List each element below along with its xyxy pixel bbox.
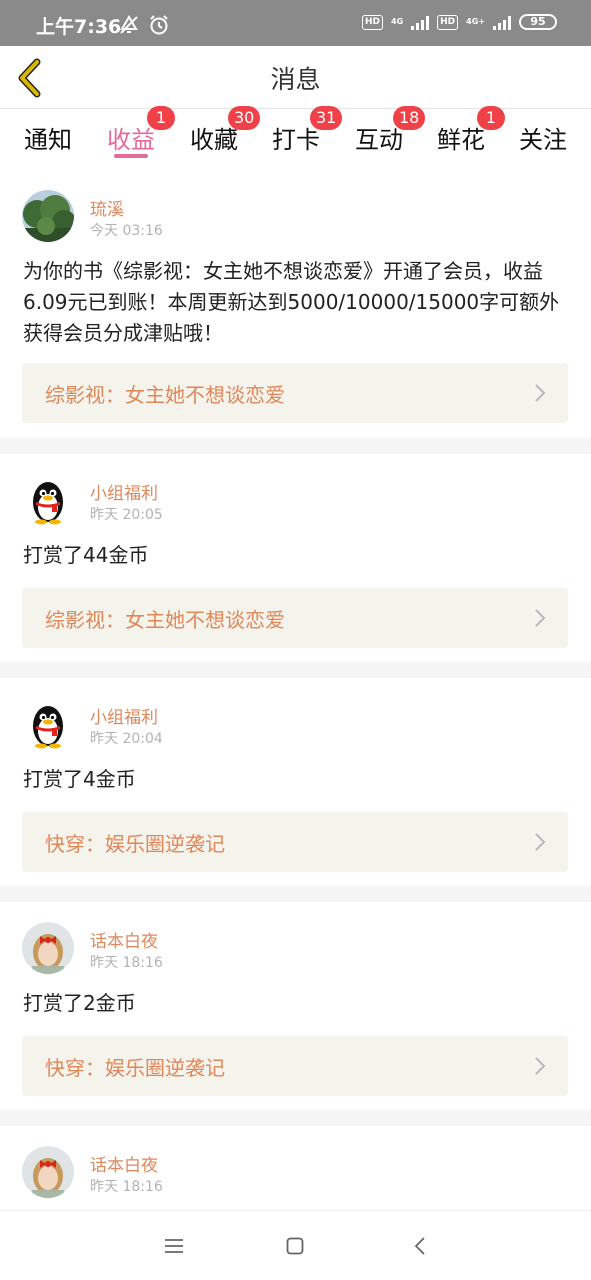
book-title: 快穿：娱乐圈逆袭记 <box>45 1056 225 1080</box>
tab-bar: 通知 收益 1 收藏 30 打卡 31 互动 18 鲜花 1 关注 <box>0 106 591 170</box>
chevron-right-icon <box>535 384 546 402</box>
user-name[interactable]: 琉溪 <box>90 195 124 220</box>
message-text: 为你的书《综影视：女主她不想谈恋爱》开通了会员，收益6.09元已到账！本周更新达… <box>23 259 560 345</box>
menu-button[interactable] <box>160 1233 188 1259</box>
chevron-right-icon <box>535 609 546 627</box>
message-time: 昨天 18:16 <box>90 955 163 971</box>
tab-label: 通知 <box>24 126 72 154</box>
girl-avatar <box>22 922 74 974</box>
book-title: 快穿：娱乐圈逆袭记 <box>45 832 225 856</box>
message-text: 打赏了4金币 <box>23 767 136 791</box>
back-triangle-icon <box>414 1237 425 1255</box>
badge-count: 1 <box>147 106 175 130</box>
status-time: 上午7:36 <box>36 16 122 38</box>
badge-count: 1 <box>477 106 505 130</box>
message-card: 小组福利 昨天 20:04 打赏了4金币 快穿：娱乐圈逆袭记 <box>0 678 591 886</box>
avatar[interactable] <box>22 474 74 526</box>
back-nav-button[interactable] <box>406 1233 434 1259</box>
tab-flowers[interactable]: 鲜花 1 <box>437 106 505 155</box>
tab-label: 收益 <box>107 126 155 154</box>
chevron-right-icon <box>535 833 546 851</box>
hd-badge: HD <box>361 14 383 30</box>
message-feed: 琉溪 今天 03:16 为你的书《综影视：女主她不想谈恋爱》开通了会员，收益6.… <box>0 176 591 1226</box>
message-time: 昨天 18:16 <box>90 1179 163 1195</box>
badge-count: 31 <box>310 106 343 130</box>
tab-notice[interactable]: 通知 <box>24 120 72 155</box>
tab-interaction[interactable]: 互动 18 <box>355 106 426 155</box>
user-name[interactable]: 话本白夜 <box>90 1151 158 1176</box>
message-card: 话本白夜 昨天 18:16 打赏了2金币 快穿：娱乐圈逆袭记 <box>0 902 591 1110</box>
message-card: 琉溪 今天 03:16 为你的书《综影视：女主她不想谈恋爱》开通了会员，收益6.… <box>0 176 591 438</box>
divider <box>0 662 591 678</box>
book-link[interactable]: 快穿：娱乐圈逆袭记 <box>22 1036 568 1096</box>
penguin-avatar <box>22 474 74 526</box>
message-text: 打赏了44金币 <box>23 543 149 567</box>
tab-label: 收藏 <box>190 126 238 154</box>
divider <box>0 438 591 454</box>
system-nav-bar <box>0 1210 591 1280</box>
badge-count: 30 <box>228 106 261 130</box>
book-title: 综影视：女主她不想谈恋爱 <box>45 608 285 632</box>
user-name[interactable]: 小组福利 <box>90 479 158 504</box>
user-name[interactable]: 小组福利 <box>90 703 158 728</box>
tab-follow[interactable]: 关注 <box>519 120 567 155</box>
menu-icon <box>165 1239 183 1253</box>
home-button[interactable] <box>281 1233 309 1259</box>
network-label: 4G+ <box>466 17 485 26</box>
book-title: 综影视：女主她不想谈恋爱 <box>45 383 285 407</box>
tab-label: 互动 <box>355 126 403 154</box>
message-time: 昨天 20:05 <box>90 507 163 523</box>
avatar[interactable] <box>22 1146 74 1198</box>
avatar[interactable] <box>22 190 74 242</box>
girl-avatar <box>22 1146 74 1198</box>
active-tab-indicator <box>114 154 148 158</box>
tab-checkin[interactable]: 打卡 31 <box>272 106 343 155</box>
mute-alarm-icon <box>118 14 140 40</box>
book-link[interactable]: 快穿：娱乐圈逆袭记 <box>22 812 568 872</box>
tab-label: 打卡 <box>272 126 320 154</box>
message-time: 昨天 20:04 <box>90 731 163 747</box>
user-name[interactable]: 话本白夜 <box>90 927 158 952</box>
message-time: 今天 03:16 <box>90 223 163 239</box>
hd-badge: HD <box>437 14 459 30</box>
tab-label: 关注 <box>519 126 567 154</box>
header: 消息 <box>0 46 591 109</box>
home-square-icon <box>286 1237 304 1255</box>
tab-label: 鲜花 <box>437 126 485 154</box>
battery-icon: 95 <box>519 14 557 30</box>
status-bar: 上午7:36 HD 4G HD 4G+ 95 <box>0 0 591 46</box>
alarm-clock-icon <box>148 14 170 40</box>
tab-favorites[interactable]: 收藏 30 <box>190 106 261 155</box>
penguin-avatar <box>22 698 74 750</box>
avatar[interactable] <box>22 922 74 974</box>
divider <box>0 886 591 902</box>
status-right-cluster: HD 4G HD 4G+ 95 <box>361 14 557 30</box>
message-card: 小组福利 昨天 20:05 打赏了44金币 综影视：女主她不想谈恋爱 <box>0 454 591 662</box>
signal-icon <box>411 14 430 30</box>
chevron-right-icon <box>535 1057 546 1075</box>
page-title: 消息 <box>270 65 321 94</box>
divider <box>0 1110 591 1126</box>
message-text: 打赏了2金币 <box>23 991 136 1015</box>
landscape-tree-avatar <box>22 190 74 242</box>
tab-earnings[interactable]: 收益 1 <box>107 106 175 155</box>
avatar[interactable] <box>22 698 74 750</box>
network-label: 4G <box>391 17 404 26</box>
signal-icon <box>493 14 511 30</box>
book-link[interactable]: 综影视：女主她不想谈恋爱 <box>22 588 568 648</box>
badge-count: 18 <box>393 106 426 130</box>
book-link[interactable]: 综影视：女主她不想谈恋爱 <box>22 363 568 423</box>
